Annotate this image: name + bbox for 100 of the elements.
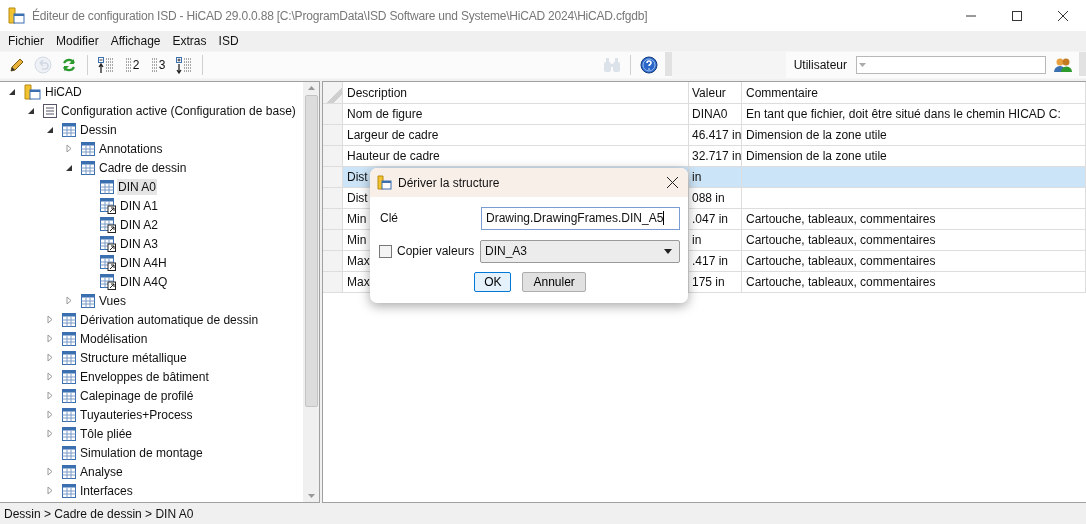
table-cell: 32.717 in: [692, 149, 742, 163]
tree-item[interactable]: DIN A2: [119, 216, 159, 233]
table-cell: DINA0: [692, 107, 728, 121]
tree-item[interactable]: DIN A0: [117, 178, 157, 195]
expand-arrow-icon[interactable]: [46, 429, 54, 438]
tree-item[interactable]: Structure métallique: [79, 349, 188, 366]
ok-button[interactable]: OK: [474, 272, 512, 292]
tree-item[interactable]: Modélisation: [79, 330, 149, 347]
scroll-down-icon[interactable]: [307, 494, 315, 498]
level-number[interactable]: 3: [158, 58, 166, 72]
tree-item[interactable]: Simulation de montage: [79, 444, 204, 461]
table-icon: [62, 350, 76, 365]
expand-arrow-icon[interactable]: [46, 315, 54, 324]
table-cell: Min: [347, 233, 367, 247]
expand-arrow-icon[interactable]: [46, 353, 54, 362]
scroll-up-icon[interactable]: [307, 86, 315, 90]
scrollbar[interactable]: [303, 82, 319, 502]
table-icon: [81, 141, 95, 156]
table-icon: [62, 483, 76, 498]
expand-arrow-icon[interactable]: [46, 410, 54, 419]
help-icon[interactable]: [640, 56, 658, 74]
expand-arrow-icon[interactable]: [65, 296, 73, 305]
user-dropdown[interactable]: [856, 56, 1046, 74]
tree-item[interactable]: Cadre de dessin: [98, 159, 188, 176]
table-cell: Cartouche, tableaux, commentaires: [746, 233, 936, 247]
table-row[interactable]: Nom de figure DINA0 En tant que fichier, doit être situé dans le chemin HICAD C:: [323, 104, 1086, 125]
table-cell: .417 in: [692, 254, 729, 268]
close-icon[interactable]: [1058, 10, 1068, 21]
table-cell: in: [692, 233, 702, 247]
expand-arrow-icon[interactable]: [46, 467, 54, 476]
key-input-field[interactable]: Drawing.DrawingFrames.DIN_A5: [481, 206, 680, 230]
breadcrumb-path: Dessin > Cadre de dessin > DIN A0: [4, 506, 194, 521]
tree-item[interactable]: Calepinage de profilé: [79, 387, 195, 404]
level-number[interactable]: 2: [132, 58, 140, 72]
collapse-arrow-icon[interactable]: [27, 106, 35, 115]
dotted-lines-icon[interactable]: [124, 56, 133, 74]
column-header[interactable]: Description: [343, 82, 689, 103]
tree-item[interactable]: DIN A1: [119, 197, 159, 214]
key-label: Clé: [380, 211, 399, 225]
table-icon: [62, 122, 76, 137]
table-cell: Largeur de cadre: [347, 128, 439, 142]
app-icon: [377, 174, 392, 191]
table-cell: .047 in: [692, 212, 729, 226]
expand-arrow-icon[interactable]: [46, 391, 54, 400]
source-dropdown[interactable]: DIN_A3: [480, 239, 680, 263]
user-label: Utilisateur: [793, 58, 847, 72]
select-all-corner[interactable]: [323, 82, 343, 103]
pencil-icon[interactable]: [9, 57, 25, 73]
table-icon: [62, 388, 76, 403]
users-icon[interactable]: [1054, 57, 1072, 73]
tree-item[interactable]: Configuration active (Configuration de base): [60, 102, 297, 119]
tree-item[interactable]: Annotations: [98, 140, 164, 157]
table-cell: in: [692, 170, 702, 184]
tree-item[interactable]: DIN A4H: [119, 254, 168, 271]
table-icon: [100, 179, 114, 194]
menu-item[interactable]: Affichage: [104, 34, 167, 48]
menu-item[interactable]: Extras: [166, 34, 213, 48]
column-header[interactable]: Commentaire: [742, 82, 1086, 103]
table-row[interactable]: Largeur de cadre 46.417 in Dimension de la zone utile: [323, 125, 1086, 146]
table-cell: Max: [347, 275, 370, 289]
copy-values-checkbox[interactable]: [379, 244, 392, 258]
dotted-lines-icon[interactable]: [150, 56, 159, 74]
tree-item[interactable]: Interfaces: [79, 482, 134, 499]
expand-all-icon[interactable]: [175, 56, 193, 74]
expand-arrow-icon[interactable]: [65, 144, 73, 153]
tree-item[interactable]: Vues: [98, 292, 127, 309]
table-cell: 46.417 in: [692, 128, 742, 142]
close-icon[interactable]: [666, 177, 678, 188]
maximize-icon[interactable]: [1012, 10, 1022, 21]
menu-item[interactable]: Fichier: [2, 34, 50, 48]
expand-arrow-icon[interactable]: [46, 372, 54, 381]
table-cell: 175 in: [692, 275, 725, 289]
scroll-thumb[interactable]: [304, 95, 318, 407]
tree-item[interactable]: HiCAD: [44, 83, 83, 100]
table-shortcut-icon: [100, 254, 116, 271]
tree-item[interactable]: Dérivation automatique de dessin: [79, 311, 260, 328]
tree-item[interactable]: Enveloppes de bâtiment: [79, 368, 210, 385]
list-icon: [43, 103, 57, 118]
cancel-button[interactable]: Annuler: [522, 272, 586, 292]
collapse-arrow-icon[interactable]: [46, 125, 54, 134]
dropdown-arrow-icon[interactable]: [664, 248, 672, 254]
refresh-icon[interactable]: [61, 57, 77, 73]
collapse-arrow-icon[interactable]: [65, 163, 73, 172]
tree-item[interactable]: Tôle pliée: [79, 425, 134, 442]
menu-item[interactable]: Modifier: [50, 34, 105, 48]
expand-arrow-icon[interactable]: [46, 334, 54, 343]
collapse-all-icon[interactable]: [97, 56, 115, 74]
tree-item[interactable]: DIN A3: [119, 235, 159, 252]
tree-item[interactable]: Analyse: [79, 463, 124, 480]
table-icon: [62, 426, 76, 441]
tree-item[interactable]: Tuyauteries+Process: [79, 406, 194, 423]
column-header[interactable]: Valeur: [689, 82, 742, 103]
table-icon: [81, 160, 95, 175]
dialog-title: Dériver la structure: [398, 175, 500, 190]
tree-item[interactable]: DIN A4Q: [119, 273, 169, 290]
table-shortcut-icon: [100, 197, 116, 214]
menu-item[interactable]: ISD: [212, 34, 245, 48]
collapse-arrow-icon[interactable]: [8, 87, 16, 96]
tree-item[interactable]: Dessin: [79, 121, 118, 138]
expand-arrow-icon[interactable]: [46, 486, 54, 495]
